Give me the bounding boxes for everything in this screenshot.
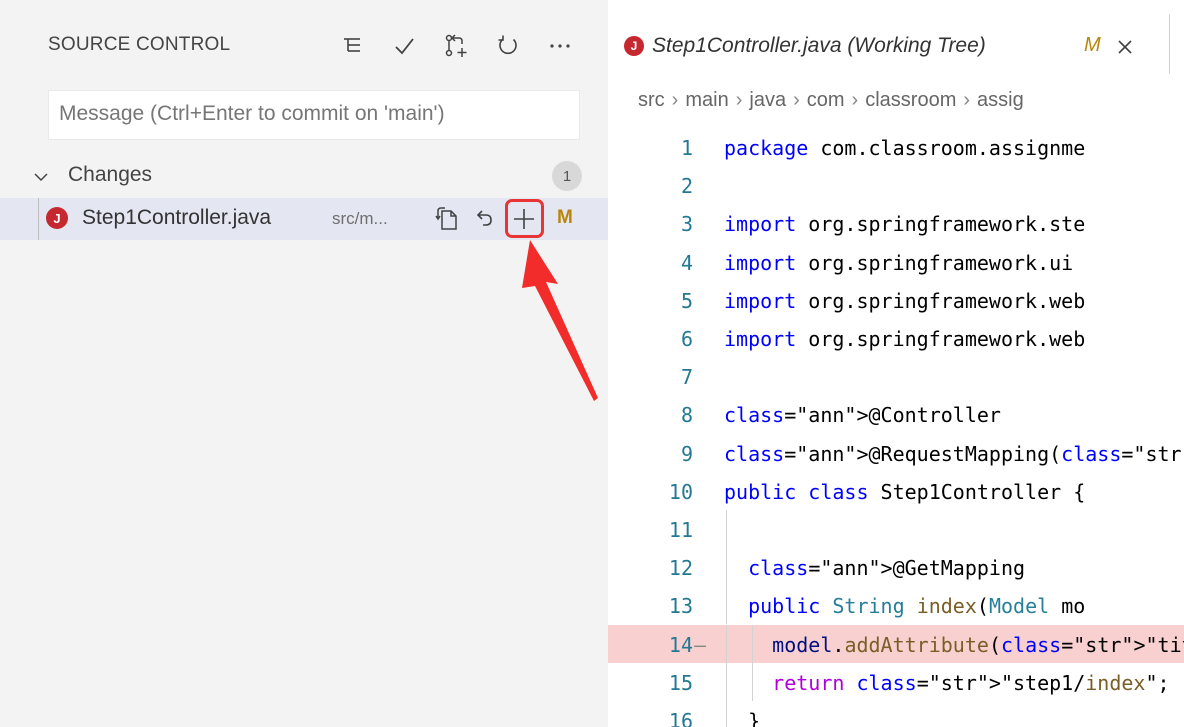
- view-as-tree-icon[interactable]: [336, 30, 368, 62]
- java-file-icon: J: [46, 207, 68, 229]
- line-number: 6: [680, 327, 693, 351]
- breadcrumb-item[interactable]: com: [807, 89, 845, 111]
- code-text: return class="str">"step1/index";: [772, 670, 1170, 695]
- line-number: 8: [680, 403, 693, 428]
- line-number: 7: [680, 365, 693, 390]
- file-modified-status: M: [557, 207, 573, 228]
- line-number: 12: [668, 556, 693, 581]
- source-control-sidebar: SOURCE CONTROL Message (Ctrl+Enter to co…: [0, 0, 608, 727]
- breadcrumb-item[interactable]: main: [685, 89, 728, 111]
- breadcrumb-item[interactable]: src: [638, 89, 665, 111]
- tab-java-file-icon: J: [624, 36, 644, 56]
- changes-label: Changes: [68, 163, 153, 186]
- line-number: 4: [680, 250, 693, 275]
- close-icon[interactable]: [1114, 36, 1136, 58]
- editor-pane: J Step1Controller.java (Working Tree) M …: [608, 0, 1184, 727]
- code-text: public String index(Model mo: [748, 594, 1086, 619]
- line-number: 16: [668, 709, 693, 727]
- code-line[interactable]: 6 import org.springframework.web: [608, 319, 1184, 357]
- create-pull-request-icon[interactable]: [440, 30, 472, 62]
- code-text: }: [724, 709, 761, 727]
- tree-indent-guide: [38, 198, 39, 240]
- tab-divider: [1169, 14, 1170, 74]
- code-line[interactable]: 4 import org.springframework.ui: [608, 243, 1184, 281]
- code-line[interactable]: 9 class="ann">@RequestMapping(class="str"…: [608, 434, 1184, 472]
- stage-button-highlight: [505, 199, 544, 238]
- discard-changes-icon[interactable]: [468, 203, 500, 235]
- code-text: public class Step1Controller {: [724, 479, 1086, 504]
- tab-modified-status: M: [1084, 34, 1101, 56]
- code-line[interactable]: 12 class="ann">@GetMapping: [608, 548, 1184, 587]
- changes-section-header[interactable]: Changes 1: [0, 158, 608, 196]
- indent-guide: [726, 510, 727, 548]
- code-line[interactable]: 8 class="ann">@Controller: [608, 395, 1184, 433]
- code-line[interactable]: 16 }: [608, 701, 1184, 727]
- code-text: import org.springframework.web: [724, 288, 1086, 313]
- code-text: class="ann">@Controller: [724, 403, 1001, 428]
- code-line[interactable]: 13 public String index(Model mo: [608, 586, 1184, 625]
- breadcrumb: src › main › java › com › classroom › assig: [638, 89, 1024, 112]
- line-number: 1: [680, 136, 693, 160]
- editor-tab-title[interactable]: Step1Controller.java (Working Tree): [652, 34, 986, 58]
- chevron-right-icon: ›: [851, 89, 859, 111]
- breadcrumb-item[interactable]: java: [749, 89, 786, 111]
- commit-message-input[interactable]: Message (Ctrl+Enter to commit on 'main'): [48, 90, 580, 140]
- line-number: 11: [668, 518, 693, 542]
- code-text: import org.springframework.ui: [724, 250, 1074, 275]
- code-line[interactable]: 3 import org.springframework.ste: [608, 204, 1184, 242]
- code-line[interactable]: 15 return class="str">"step1/index";: [608, 662, 1184, 701]
- breadcrumb-item[interactable]: classroom: [865, 89, 956, 111]
- line-number: 10: [668, 479, 693, 504]
- chevron-right-icon: ›: [671, 89, 679, 111]
- code-line[interactable]: 11: [608, 510, 1184, 548]
- code-line[interactable]: 7: [608, 357, 1184, 395]
- chevron-down-icon[interactable]: [32, 168, 50, 186]
- line-number: 3: [680, 212, 693, 237]
- code-line[interactable]: 1 package com.classroom.assignme: [608, 128, 1184, 166]
- code-text: import org.springframework.web: [724, 327, 1086, 351]
- chevron-right-icon: ›: [735, 89, 743, 111]
- file-path: src/m...: [332, 209, 388, 228]
- open-file-icon[interactable]: [432, 203, 464, 235]
- file-name[interactable]: Step1Controller.java: [82, 206, 271, 230]
- line-number: 2: [680, 174, 693, 199]
- chevron-right-icon: ›: [963, 89, 971, 111]
- changes-count-badge: 1: [552, 161, 582, 191]
- code-text: model.addAttribute(class="str">"title": [772, 632, 1184, 657]
- code-line[interactable]: 2: [608, 166, 1184, 204]
- code-text: import org.springframework.ste: [724, 212, 1086, 237]
- code-text: class="ann">@RequestMapping(class="str">…: [724, 441, 1184, 466]
- line-number: 14: [668, 632, 693, 657]
- breadcrumb-item[interactable]: assig: [977, 89, 1024, 111]
- refresh-icon[interactable]: [492, 30, 524, 62]
- code-text: class="ann">@GetMapping: [748, 556, 1026, 581]
- annotation-arrow-icon: [522, 240, 598, 401]
- line-number: 13: [668, 594, 693, 619]
- more-actions-icon[interactable]: [544, 30, 576, 62]
- code-text: package com.classroom.assignme: [724, 136, 1086, 160]
- line-number: 5: [680, 288, 693, 313]
- deleted-line-marker: —: [694, 632, 707, 657]
- code-line[interactable]: 10 public class Step1Controller {: [608, 472, 1184, 510]
- line-number: 15: [668, 670, 693, 695]
- code-line-deleted[interactable]: 14— model.addAttribute(class="str">"titl…: [608, 624, 1184, 663]
- code-line[interactable]: 5 import org.springframework.web: [608, 281, 1184, 319]
- commit-check-icon[interactable]: [388, 30, 420, 62]
- chevron-right-icon: ›: [793, 89, 800, 111]
- sidebar-title: SOURCE CONTROL: [48, 34, 231, 55]
- line-number: 9: [680, 441, 693, 466]
